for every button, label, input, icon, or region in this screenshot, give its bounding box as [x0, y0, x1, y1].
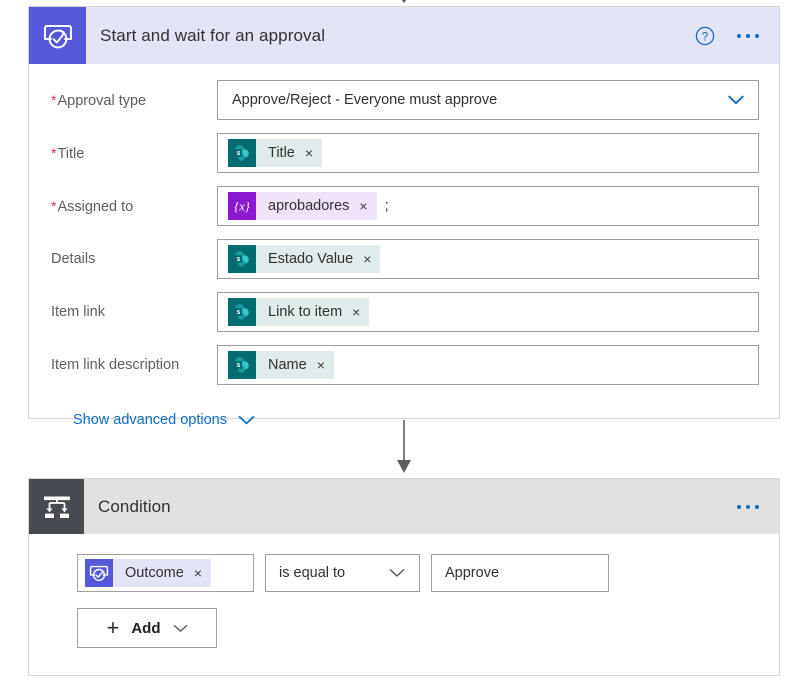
token-aprobadores[interactable]: {x} aprobadores × [228, 192, 377, 220]
label-assigned-to: *Assigned to [51, 198, 134, 215]
token-name[interactable]: s Name × [228, 351, 334, 379]
token-label: Estado Value [268, 251, 354, 267]
title-field[interactable]: s Title × [217, 133, 759, 173]
token-label: Title [268, 145, 295, 161]
svg-text:{x}: {x} [234, 199, 250, 213]
token-remove-icon[interactable]: × [194, 566, 202, 580]
token-remove-icon[interactable]: × [363, 252, 371, 266]
flow-connector-arrow [397, 420, 411, 473]
sharepoint-icon: s [228, 245, 256, 273]
condition-branch-icon [29, 479, 84, 534]
token-title[interactable]: s Title × [228, 139, 323, 167]
label-title: *Title [51, 145, 85, 162]
sharepoint-icon: s [228, 298, 256, 326]
form-row-approval-type: *Approval type Approve/Reject - Everyone… [51, 80, 759, 120]
form-row-item-link: Item link s Link to item × [51, 292, 759, 332]
svg-text:s: s [236, 256, 240, 263]
approval-action-card[interactable]: Start and wait for an approval ? *Approv… [28, 6, 780, 428]
token-remove-icon[interactable]: × [317, 358, 325, 372]
approval-header-actions: ? [695, 7, 763, 64]
condition-card-header[interactable]: Condition [29, 479, 779, 534]
svg-text:s: s [236, 150, 240, 157]
required-asterisk: * [51, 145, 57, 161]
sharepoint-icon: s [228, 139, 256, 167]
item-link-field[interactable]: s Link to item × [217, 292, 759, 332]
token-body: Link to item × [256, 298, 370, 326]
flow-designer-canvas: Start and wait for an approval ? *Approv… [0, 0, 797, 687]
condition-operator-value: is equal to [279, 565, 346, 581]
approval-form: *Approval type Approve/Reject - Everyone… [29, 64, 779, 429]
label-approval-type: *Approval type [51, 92, 147, 109]
svg-text:?: ? [702, 31, 708, 43]
chevron-down-icon[interactable] [389, 568, 405, 578]
chevron-down-icon[interactable] [728, 95, 744, 105]
approval-type-value: Approve/Reject - Everyone must approve [232, 92, 498, 108]
add-button-label: Add [131, 619, 161, 637]
show-advanced-options-label: Show advanced options [73, 412, 227, 428]
approval-card-title: Start and wait for an approval [100, 25, 326, 45]
token-estado-value[interactable]: s Estado Value × [228, 245, 381, 273]
show-advanced-options-link[interactable]: Show advanced options [73, 412, 255, 428]
condition-value-text: Approve [445, 565, 500, 581]
approval-type-dropdown[interactable]: Approve/Reject - Everyone must approve [217, 80, 759, 120]
details-field[interactable]: s Estado Value × [217, 239, 759, 279]
label-details: Details [51, 251, 96, 267]
form-row-item-link-description: Item link description s Name × [51, 345, 759, 385]
token-label: Name [268, 357, 307, 373]
add-condition-button[interactable]: + Add [77, 608, 217, 648]
condition-action-card[interactable]: Condition Outcome × is equal to Approve … [28, 478, 780, 676]
svg-text:s: s [236, 309, 240, 316]
required-asterisk: * [51, 92, 57, 108]
item-link-description-field[interactable]: s Name × [217, 345, 759, 385]
token-body: Title × [256, 139, 323, 167]
condition-header-actions [733, 479, 763, 534]
condition-body: Outcome × is equal to Approve + Add [29, 534, 779, 648]
variable-icon: {x} [228, 192, 256, 220]
condition-card-title: Condition [98, 496, 171, 516]
required-asterisk: * [51, 198, 57, 214]
approval-card-header[interactable]: Start and wait for an approval ? [29, 7, 779, 64]
plus-icon: + [106, 615, 120, 640]
sharepoint-icon: s [228, 351, 256, 379]
assigned-to-separator: ; [384, 198, 389, 214]
token-outcome[interactable]: Outcome × [85, 559, 212, 587]
token-link-to-item[interactable]: s Link to item × [228, 298, 370, 326]
chevron-down-icon [173, 624, 187, 632]
token-label: Link to item [268, 304, 343, 320]
token-body: Outcome × [113, 559, 212, 587]
token-remove-icon[interactable]: × [305, 146, 313, 160]
condition-value-input[interactable]: Approve [431, 554, 609, 592]
chevron-down-icon [238, 415, 255, 425]
token-body: Name × [256, 351, 334, 379]
token-label: Outcome [125, 565, 184, 581]
form-row-details: Details s Estado Value × [51, 239, 759, 279]
condition-operator-dropdown[interactable]: is equal to [265, 554, 420, 592]
ellipsis-icon[interactable] [733, 28, 763, 44]
token-body: aprobadores × [256, 192, 377, 220]
form-row-title: *Title s Title × [51, 133, 759, 173]
svg-text:s: s [236, 362, 240, 369]
approval-icon [29, 7, 86, 64]
condition-left-operand-field[interactable]: Outcome × [77, 554, 254, 592]
token-remove-icon[interactable]: × [359, 199, 367, 213]
token-remove-icon[interactable]: × [352, 305, 360, 319]
approval-icon [85, 559, 113, 587]
token-body: Estado Value × [256, 245, 381, 273]
label-item-link: Item link [51, 304, 105, 320]
assigned-to-field[interactable]: {x} aprobadores × ; [217, 186, 759, 226]
token-label: aprobadores [268, 198, 350, 214]
form-row-assigned-to: *Assigned to {x} aprobadores × ; [51, 186, 759, 226]
condition-expression-row: Outcome × is equal to Approve [77, 554, 779, 592]
label-item-link-description: Item link description [51, 357, 180, 373]
ellipsis-icon[interactable] [733, 499, 763, 515]
help-circle-icon[interactable]: ? [695, 26, 715, 46]
